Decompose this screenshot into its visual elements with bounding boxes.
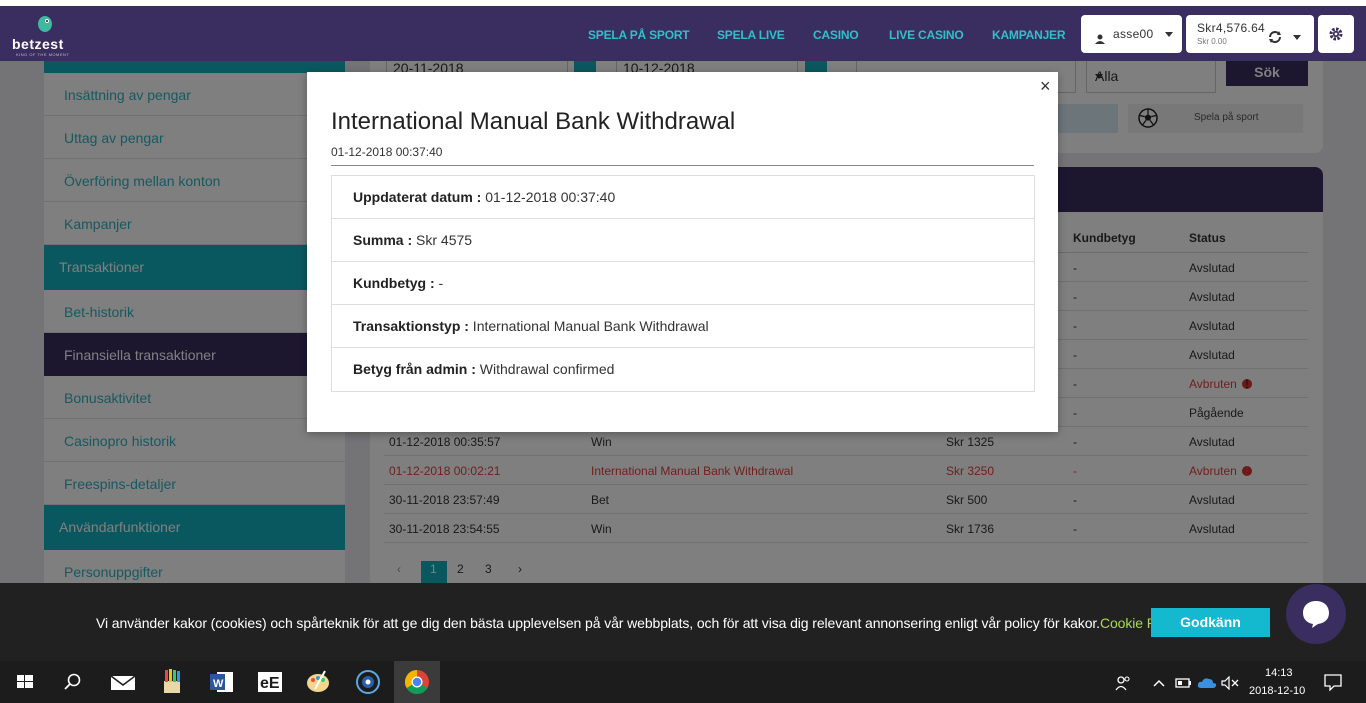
username: asse00 bbox=[1113, 27, 1154, 41]
word-icon[interactable]: W bbox=[207, 667, 237, 697]
user-dropdown[interactable]: asse00 bbox=[1081, 15, 1182, 53]
ie-edge-icon[interactable]: eE bbox=[255, 667, 285, 697]
detail-label: Summa : bbox=[353, 232, 413, 248]
balance-amount: Skr4,576.64 bbox=[1197, 21, 1266, 35]
modal-title: International Manual Bank Withdrawal bbox=[331, 108, 736, 135]
logo-tagline: KING OF THE MOMENT bbox=[16, 52, 70, 57]
close-icon[interactable]: × bbox=[1040, 76, 1051, 97]
detail-row-admin-note: Betyg från admin : Withdrawal confirmed bbox=[332, 348, 1034, 391]
battery-icon[interactable] bbox=[1175, 677, 1193, 689]
chevron-down-icon bbox=[1165, 32, 1173, 37]
transaction-detail-modal: × International Manual Bank Withdrawal 0… bbox=[307, 72, 1058, 432]
modal-date: 01-12-2018 00:37:40 bbox=[331, 145, 443, 159]
nav-live-casino[interactable]: LIVE CASINO bbox=[889, 28, 964, 42]
search-icon[interactable] bbox=[57, 667, 87, 697]
chrome-icon[interactable] bbox=[402, 667, 432, 697]
volume-muted-icon[interactable] bbox=[1221, 676, 1239, 690]
detail-list: Uppdaterat datum : 01-12-2018 00:37:40 S… bbox=[331, 175, 1035, 392]
detail-row-type: Transaktionstyp : International Manual B… bbox=[332, 305, 1034, 348]
chevron-up-icon[interactable] bbox=[1152, 676, 1166, 690]
user-icon bbox=[1095, 34, 1105, 44]
cookie-accept-button[interactable]: Godkänn bbox=[1151, 608, 1270, 637]
nav-casino[interactable]: CASINO bbox=[813, 28, 859, 42]
nav-sport[interactable]: SPELA PÅ SPORT bbox=[588, 28, 690, 42]
photo-editor-icon[interactable] bbox=[303, 667, 333, 697]
detail-label: Transaktionstyp : bbox=[353, 318, 469, 334]
detail-value: Withdrawal confirmed bbox=[475, 361, 615, 377]
detail-value: Skr 4575 bbox=[412, 232, 473, 248]
detail-row-updated: Uppdaterat datum : 01-12-2018 00:37:40 bbox=[332, 176, 1034, 219]
cookie-message: Vi använder kakor (cookies) och spårtekn… bbox=[96, 615, 1100, 631]
nav-kampanjer[interactable]: KAMPANJER bbox=[992, 28, 1066, 42]
chat-bubble-icon bbox=[1303, 601, 1329, 628]
clock-date[interactable]: 2018-12-10 bbox=[1249, 685, 1305, 697]
logo-text: betzest bbox=[12, 36, 64, 52]
media-player-icon[interactable] bbox=[353, 667, 383, 697]
windows-start-icon[interactable] bbox=[10, 667, 40, 697]
paint-icon[interactable] bbox=[157, 667, 187, 697]
balance-dropdown[interactable]: Skr4,576.64 Skr 0.00 bbox=[1186, 15, 1314, 53]
mail-icon[interactable] bbox=[108, 667, 138, 697]
clock-time[interactable]: 14:13 bbox=[1265, 667, 1293, 679]
detail-value: - bbox=[434, 275, 444, 291]
detail-label: Betyg från admin : bbox=[353, 361, 476, 377]
onedrive-cloud-icon[interactable] bbox=[1197, 676, 1217, 690]
svg-text:eE: eE bbox=[260, 675, 280, 692]
notification-center-icon[interactable] bbox=[1323, 673, 1343, 691]
svg-text:W: W bbox=[213, 678, 224, 690]
modal-divider bbox=[331, 165, 1034, 166]
gear-icon bbox=[1329, 27, 1343, 41]
site-header: betzest KING OF THE MOMENT SPELA PÅ SPOR… bbox=[0, 6, 1366, 61]
chat-launcher[interactable] bbox=[1286, 584, 1346, 644]
betzest-logo[interactable]: betzest KING OF THE MOMENT bbox=[12, 10, 82, 58]
detail-value: 01-12-2018 00:37:40 bbox=[481, 189, 616, 205]
detail-label: Kundbetyg : bbox=[353, 275, 435, 291]
refresh-icon[interactable] bbox=[1267, 29, 1283, 45]
detail-value: International Manual Bank Withdrawal bbox=[468, 318, 709, 334]
detail-row-amount: Summa : Skr 4575 bbox=[332, 219, 1034, 262]
cookie-text: Vi använder kakor (cookies) och spårtekn… bbox=[96, 615, 1186, 631]
bonus-balance: Skr 0.00 bbox=[1197, 37, 1227, 46]
detail-label: Uppdaterat datum : bbox=[353, 189, 482, 205]
chameleon-logo-icon bbox=[38, 16, 52, 32]
settings-button[interactable] bbox=[1318, 15, 1354, 53]
cookie-banner: Vi använder kakor (cookies) och spårtekn… bbox=[0, 583, 1366, 661]
detail-row-rating: Kundbetyg : - bbox=[332, 262, 1034, 305]
nav-live[interactable]: SPELA LIVE bbox=[717, 28, 785, 42]
people-icon[interactable] bbox=[1114, 674, 1132, 692]
chevron-down-icon bbox=[1293, 35, 1301, 40]
